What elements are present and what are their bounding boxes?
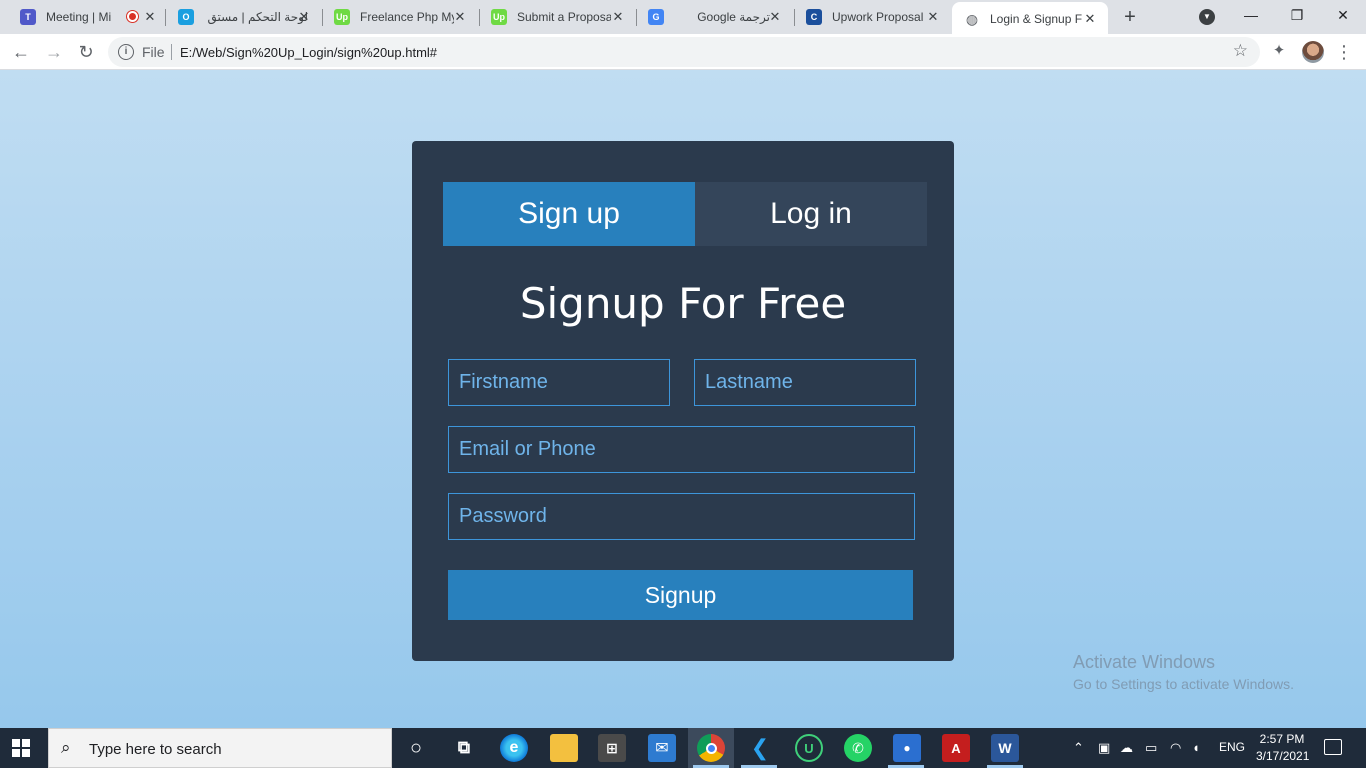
battery-icon[interactable]: ▭ — [1145, 740, 1157, 756]
tab-login[interactable]: Log in — [695, 182, 927, 246]
mail-icon[interactable]: ✉ — [648, 734, 676, 762]
tab-title: Submit a Proposa — [517, 10, 611, 24]
google-translate-icon: G — [648, 9, 664, 25]
clock-date: 3/17/2021 — [1256, 749, 1310, 763]
close-icon[interactable]: ✕ — [925, 9, 941, 25]
meet-now-icon[interactable]: ▣ — [1098, 740, 1110, 756]
browser-menu-icon[interactable]: ⋮ — [1335, 41, 1353, 63]
whatsapp-icon[interactable]: ✆ — [844, 734, 872, 762]
close-icon[interactable]: ✕ — [767, 9, 783, 25]
password-input[interactable] — [448, 493, 915, 540]
reload-icon[interactable]: ↻ — [74, 40, 98, 64]
chrome-icon[interactable] — [697, 734, 725, 762]
vscode-icon[interactable]: ❮ — [746, 734, 774, 762]
store-icon[interactable]: ⊞ — [598, 734, 626, 762]
firstname-input[interactable] — [448, 359, 670, 406]
close-icon[interactable]: ✕ — [142, 9, 158, 25]
minimize-button[interactable]: — — [1228, 0, 1274, 32]
onedrive-icon[interactable]: ☁ — [1120, 740, 1133, 756]
browser-tab-meeting[interactable]: T Meeting | Mi ✕ — [8, 0, 168, 34]
show-hidden-icons[interactable]: ⌃ — [1073, 740, 1084, 756]
utorrent-icon[interactable]: U — [795, 734, 823, 762]
close-window-button[interactable]: ✕ — [1320, 0, 1366, 32]
bookmark-star-icon[interactable]: ☆ — [1233, 41, 1248, 61]
system-clock[interactable]: 2:57 PM 3/17/2021 — [1256, 731, 1310, 765]
page-viewport: Sign up Log in Signup For Free Signup Ac… — [0, 70, 1366, 728]
forward-icon[interactable]: → — [42, 40, 66, 64]
signup-card: Sign up Log in Signup For Free Signup — [412, 141, 954, 661]
recording-icon — [127, 11, 138, 22]
new-tab-button[interactable]: + — [1118, 5, 1142, 29]
email-phone-input[interactable] — [448, 426, 915, 473]
form-title: Signup For Free — [519, 279, 847, 328]
profile-avatar[interactable] — [1302, 41, 1324, 63]
tab-search-icon[interactable]: ▼ — [1199, 9, 1215, 25]
close-icon[interactable]: ✕ — [296, 9, 312, 25]
info-icon[interactable]: i — [118, 44, 134, 60]
upwork-icon: Up — [334, 9, 350, 25]
browser-tab-login-signup[interactable]: ◍ Login & Signup F ✕ — [952, 2, 1108, 36]
taskbar-search[interactable]: ⌕ Type here to search — [48, 728, 392, 768]
activate-windows-watermark: Activate Windows Go to Settings to activ… — [1073, 652, 1294, 692]
search-icon: ⌕ — [61, 738, 71, 757]
word-icon[interactable]: W — [991, 734, 1019, 762]
url-text[interactable]: E:/Web/Sign%20Up_Login/sign%20up.html# — [180, 45, 437, 60]
tab-title: Meeting | Mi — [46, 10, 112, 24]
dashboard-icon: O — [178, 9, 194, 25]
volume-icon[interactable]: ◖ — [1192, 740, 1200, 755]
tab-title: Upwork Proposal — [832, 10, 924, 24]
language-indicator[interactable]: ENG — [1219, 740, 1245, 754]
search-placeholder: Type here to search — [89, 741, 222, 758]
restore-button[interactable]: ❐ — [1274, 0, 1320, 32]
signup-button[interactable]: Signup — [448, 570, 913, 620]
extensions-puzzle-icon[interactable]: ✦ — [1270, 42, 1288, 60]
clock-time: 2:57 PM — [1259, 732, 1305, 746]
wifi-icon[interactable]: ◠ — [1170, 740, 1181, 756]
close-icon[interactable]: ✕ — [452, 9, 468, 25]
watermark-subtitle: Go to Settings to activate Windows. — [1073, 676, 1294, 692]
cortana-icon[interactable]: ○ — [402, 734, 430, 762]
screen-recorder-icon[interactable]: ● — [893, 734, 921, 762]
tab-title: Freelance Php My — [360, 10, 454, 24]
close-icon[interactable]: ✕ — [610, 9, 626, 25]
tab-title: Google ترجمة — [697, 10, 770, 24]
tab-strip: T Meeting | Mi ✕ O لوحة التحكم | مستق ✕ … — [0, 0, 1366, 36]
task-view-icon[interactable]: ⧉ — [450, 734, 478, 762]
browser-tab-freelance[interactable]: Up Freelance Php My ✕ — [322, 0, 478, 34]
lastname-input[interactable] — [694, 359, 916, 406]
watermark-title: Activate Windows — [1073, 652, 1216, 672]
globe-icon: ◍ — [964, 10, 980, 27]
taskbar: ⌕ Type here to search ○ ⧉ e ⊞ ✉ ❮ U ✆ ● … — [0, 728, 1366, 768]
address-bar[interactable]: i File E:/Web/Sign%20Up_Login/sign%20up.… — [108, 37, 1260, 67]
tab-signup[interactable]: Sign up — [443, 182, 695, 246]
browser-tab-dashboard[interactable]: O لوحة التحكم | مستق ✕ — [166, 0, 322, 34]
teams-icon: T — [20, 9, 36, 25]
edge-icon[interactable]: e — [500, 734, 528, 762]
tab-title: لوحة التحكم | مستق — [207, 10, 308, 24]
divider — [171, 44, 172, 60]
browser-tab-google-translate[interactable]: G Google ترجمة ✕ — [636, 0, 793, 34]
upwork-icon: Up — [491, 9, 507, 25]
back-icon[interactable]: ← — [9, 40, 33, 64]
browser-toolbar: ← → ↻ i File E:/Web/Sign%20Up_Login/sign… — [0, 34, 1366, 70]
notifications-icon[interactable] — [1324, 739, 1342, 755]
tab-title: Login & Signup F — [990, 12, 1082, 26]
scheme-label: File — [142, 44, 165, 60]
close-icon[interactable]: ✕ — [1082, 11, 1098, 27]
windows-start-icon[interactable] — [12, 739, 30, 757]
file-explorer-icon[interactable] — [550, 734, 578, 762]
browser-tab-upwork-proposal[interactable]: C Upwork Proposal ✕ — [794, 0, 951, 34]
pdf-reader-icon[interactable]: A — [942, 734, 970, 762]
browser-tab-submit-proposal[interactable]: Up Submit a Proposa ✕ — [479, 0, 636, 34]
upwork-proposal-icon: C — [806, 9, 822, 25]
